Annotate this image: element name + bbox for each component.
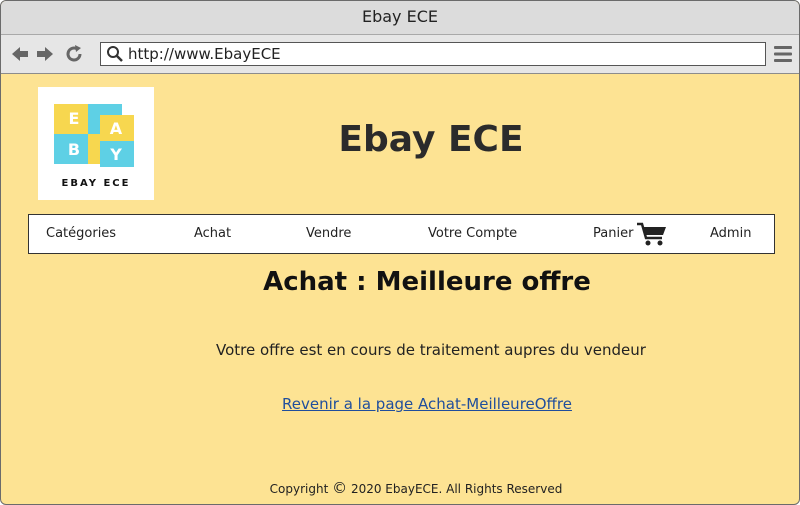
status-message: Votre offre est en cours de traitement a… bbox=[216, 341, 646, 359]
window-title: Ebay ECE bbox=[1, 1, 799, 35]
hamburger-menu-icon[interactable] bbox=[773, 45, 793, 63]
menu-item-achat[interactable]: Achat bbox=[194, 226, 231, 241]
menu-item-panier[interactable]: Panier bbox=[593, 226, 633, 241]
forward-arrow-icon[interactable] bbox=[34, 43, 56, 65]
logo-caption: EBAY ECE bbox=[61, 178, 131, 189]
footer-copyright: Copyright © 2020 EbayECE. All Rights Res… bbox=[231, 479, 601, 497]
logo-letter-a: A bbox=[110, 119, 123, 138]
site-logo[interactable]: E A B Y EBAY ECE bbox=[38, 87, 154, 200]
logo-letter-b: B bbox=[68, 140, 80, 159]
reload-icon[interactable] bbox=[63, 43, 85, 65]
address-bar[interactable]: http://www.EbayECE bbox=[100, 42, 766, 66]
menu-item-categories[interactable]: Catégories bbox=[46, 226, 116, 241]
logo-letter-y: Y bbox=[109, 145, 122, 164]
copyright-symbol: © bbox=[332, 479, 348, 497]
copyright-prefix: Copyright bbox=[269, 482, 329, 496]
url-text: http://www.EbayECE bbox=[128, 45, 281, 63]
back-arrow-icon[interactable] bbox=[9, 43, 31, 65]
logo-tiles: E A B Y bbox=[54, 104, 134, 167]
menu-item-admin[interactable]: Admin bbox=[710, 226, 751, 241]
browser-toolbar: http://www.EbayECE bbox=[1, 35, 799, 74]
main-menu: Catégories Achat Vendre Votre Compte Pan… bbox=[28, 214, 775, 254]
logo-letter-e: E bbox=[69, 109, 80, 128]
back-to-meilleure-offre-link[interactable]: Revenir a la page Achat-MeilleureOffre bbox=[201, 395, 653, 413]
shopping-cart-icon[interactable] bbox=[636, 221, 668, 247]
search-icon bbox=[107, 46, 123, 62]
copyright-text: 2020 EbayECE. All Rights Reserved bbox=[350, 482, 563, 496]
page-heading: Achat : Meilleure offre bbox=[263, 267, 591, 297]
browser-window: Ebay ECE http://www.EbayECE E A B Y EBAY… bbox=[0, 0, 800, 505]
menu-item-vendre[interactable]: Vendre bbox=[306, 226, 351, 241]
site-title: Ebay ECE bbox=[338, 119, 524, 160]
menu-item-votre-compte[interactable]: Votre Compte bbox=[428, 226, 517, 241]
